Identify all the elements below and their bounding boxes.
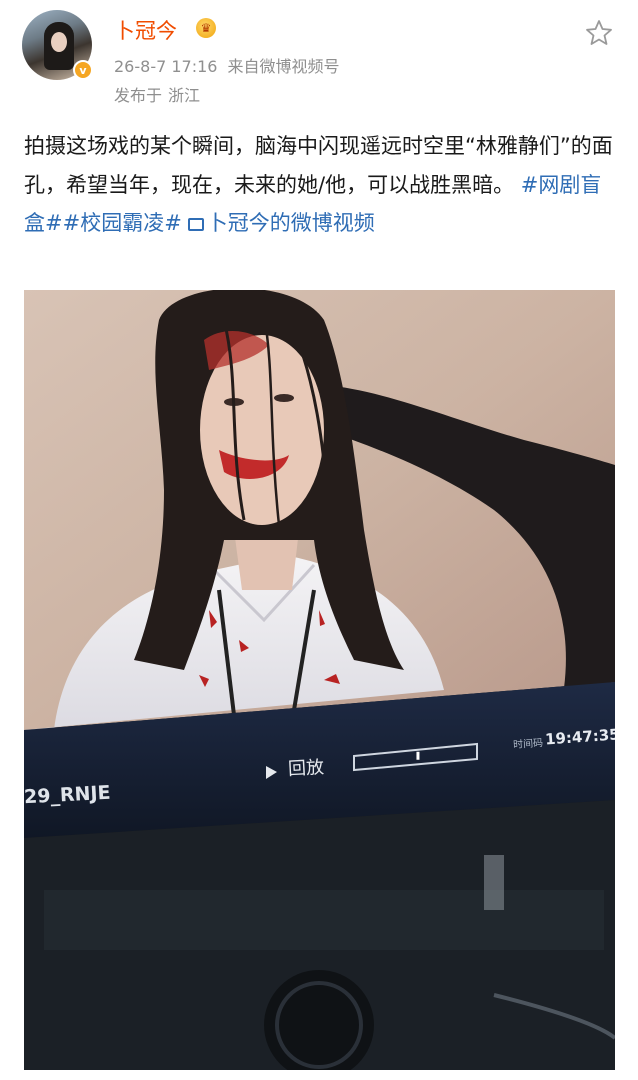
- clip-name: 29_RNJE: [24, 781, 112, 809]
- location-label: 发布于: [114, 86, 163, 105]
- post-source[interactable]: 来自微博视频号: [227, 57, 339, 76]
- video-icon: [187, 218, 204, 231]
- play-button-label: 回放: [287, 757, 325, 780]
- location-value: 浙江: [168, 86, 201, 105]
- video-link[interactable]: 卜冠今的微博视频: [207, 211, 375, 235]
- hashtag-link[interactable]: #校园霸凌#: [63, 211, 182, 235]
- monitor-photo: [24, 290, 615, 1070]
- crown-icon: ♛: [196, 18, 216, 38]
- post-meta: 26-8-7 17:16 来自微博视频号: [114, 53, 339, 77]
- author-name[interactable]: 卜冠今: [114, 15, 177, 45]
- video-frame-photo[interactable]: 29_RNJE 回放 时间码 19:47:35:10: [24, 290, 615, 1070]
- post-header: v 卜冠今 ♛ 26-8-7 17:16 来自微博视频号 发布于 浙江: [0, 0, 638, 110]
- post-location: 发布于 浙江: [114, 82, 200, 106]
- star-icon[interactable]: [584, 18, 614, 48]
- verified-badge-icon: v: [73, 60, 93, 80]
- timecode-label: 时间码: [512, 737, 544, 752]
- post-date: 26-8-7 17:16: [114, 57, 218, 76]
- post-text: 拍摄这场戏的某个瞬间，脑海中闪现遥远时空里“林雅静们”的面孔，希望当年，现在，未…: [24, 127, 616, 243]
